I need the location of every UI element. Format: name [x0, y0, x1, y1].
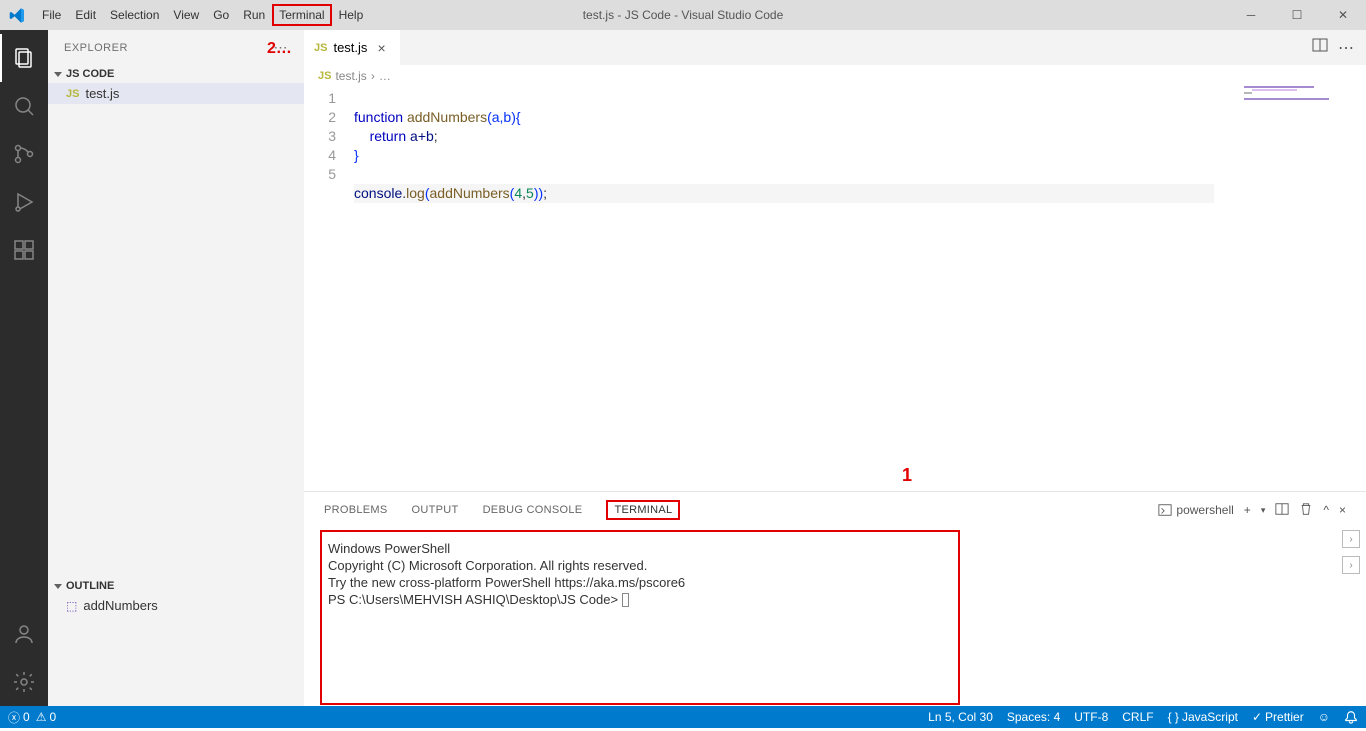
menu-go[interactable]: Go [206, 4, 236, 26]
editor-more-icon[interactable]: ⋯ [1338, 38, 1354, 58]
activity-run-icon[interactable] [0, 178, 48, 226]
menu-help[interactable]: Help [332, 4, 371, 26]
menu-run[interactable]: Run [236, 4, 272, 26]
close-button[interactable]: ✕ [1320, 0, 1366, 30]
breadcrumb[interactable]: JS test.js › … [304, 65, 1366, 87]
status-cursor-position[interactable]: Ln 5, Col 30 [928, 710, 993, 724]
annotation-2: 2… [267, 40, 292, 58]
panel-tab-debug[interactable]: DEBUG CONSOLE [483, 502, 583, 518]
menu-file[interactable]: File [35, 4, 68, 26]
window-controls: ─ ☐ ✕ [1228, 0, 1366, 30]
status-encoding[interactable]: UTF-8 [1074, 710, 1108, 724]
menu-edit[interactable]: Edit [68, 4, 103, 26]
terminal-dropdown-icon[interactable]: ▾ [1261, 505, 1266, 516]
js-file-icon: JS [314, 42, 327, 54]
js-file-icon: JS [318, 70, 331, 82]
terminal-shell-indicator[interactable]: powershell [1158, 503, 1233, 517]
menu-terminal[interactable]: Terminal [272, 4, 331, 26]
panel-side-controls: › › [1342, 530, 1360, 582]
activity-explorer-icon[interactable] [0, 34, 48, 82]
terminal-cursor [622, 593, 629, 607]
folder-root[interactable]: JS CODE [48, 65, 304, 83]
annotation-1: 1 [902, 465, 912, 486]
activity-search-icon[interactable] [0, 82, 48, 130]
explorer-sidebar: EXPLORER ⋯ JS CODE JStest.js OUTLINE ⬚ad… [48, 30, 304, 706]
status-errors[interactable]: ⓧ 0 [8, 709, 30, 726]
maximize-panel-icon[interactable]: ^ [1323, 503, 1329, 517]
activity-bar [0, 30, 48, 706]
code-lines[interactable]: function addNumbers(a,b){ return a+b; } … [354, 89, 1366, 222]
minimap[interactable] [1244, 86, 1364, 126]
activity-account-icon[interactable] [0, 610, 48, 658]
titlebar: File Edit Selection View Go Run Terminal… [0, 0, 1366, 30]
menu-selection[interactable]: Selection [103, 4, 166, 26]
activity-scm-icon[interactable] [0, 130, 48, 178]
status-language[interactable]: { } JavaScript [1168, 710, 1238, 724]
panel: PROBLEMS OUTPUT DEBUG CONSOLE TERMINAL p… [304, 491, 1366, 706]
editor-area: JS test.js × ⋯ JS test.js › … 1 2 3 4 5 … [304, 30, 1366, 706]
window-title: test.js - JS Code - Visual Studio Code [583, 8, 784, 22]
status-prettier[interactable]: ✓ Prettier [1252, 710, 1304, 724]
panel-collapse-icon[interactable]: › [1342, 530, 1360, 548]
status-warnings[interactable]: ⚠ 0 [36, 710, 56, 724]
tab-test-js[interactable]: JS test.js × [304, 30, 401, 65]
kill-terminal-icon[interactable] [1299, 502, 1313, 519]
status-eol[interactable]: CRLF [1122, 710, 1153, 724]
panel-collapse-icon[interactable]: › [1342, 556, 1360, 574]
close-panel-icon[interactable]: × [1339, 503, 1346, 517]
maximize-button[interactable]: ☐ [1274, 0, 1320, 30]
status-feedback-icon[interactable]: ☺ [1318, 710, 1330, 724]
activity-settings-icon[interactable] [0, 658, 48, 706]
code-editor[interactable]: 1 2 3 4 5 function addNumbers(a,b){ retu… [304, 87, 1366, 222]
panel-tab-terminal[interactable]: TERMINAL [606, 500, 680, 520]
tabbar: JS test.js × ⋯ [304, 30, 1366, 65]
split-terminal-icon[interactable] [1275, 502, 1289, 519]
new-terminal-icon[interactable]: + [1244, 503, 1251, 517]
outline-section[interactable]: OUTLINE [48, 577, 304, 595]
vscode-logo-icon [0, 7, 35, 24]
explorer-title: EXPLORER [64, 42, 128, 54]
file-test-js[interactable]: JStest.js [48, 83, 304, 104]
panel-tab-problems[interactable]: PROBLEMS [324, 502, 388, 518]
method-icon: ⬚ [66, 599, 77, 613]
activity-extensions-icon[interactable] [0, 226, 48, 274]
tab-close-icon[interactable]: × [373, 40, 389, 56]
menu-view[interactable]: View [166, 4, 206, 26]
line-gutter: 1 2 3 4 5 [304, 89, 354, 222]
terminal[interactable]: Windows PowerShell Copyright (C) Microso… [320, 530, 960, 705]
status-indent[interactable]: Spaces: 4 [1007, 710, 1060, 724]
status-bell-icon[interactable] [1344, 710, 1358, 724]
js-file-icon: JS [66, 88, 79, 100]
statusbar: ⓧ 0 ⚠ 0 Ln 5, Col 30 Spaces: 4 UTF-8 CRL… [0, 706, 1366, 728]
split-editor-icon[interactable] [1312, 37, 1328, 58]
menubar: File Edit Selection View Go Run Terminal… [35, 4, 370, 26]
panel-tab-output[interactable]: OUTPUT [412, 502, 459, 518]
minimize-button[interactable]: ─ [1228, 0, 1274, 30]
tab-label: test.js [333, 40, 367, 55]
outline-addnumbers[interactable]: ⬚addNumbers [48, 595, 304, 616]
